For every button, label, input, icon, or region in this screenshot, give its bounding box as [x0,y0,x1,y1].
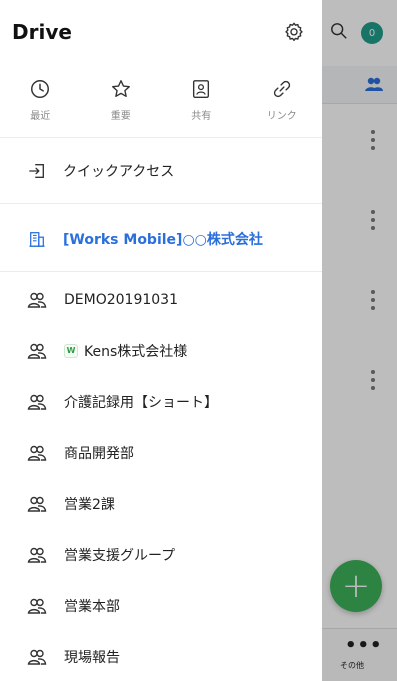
star-icon [111,80,130,98]
group-label: 商品開発部 [64,445,134,462]
menu-organization[interactable]: [Works Mobile]○○株式会社 [0,206,322,272]
quick-important-label: 重要 [110,111,131,122]
group-icon [27,647,47,667]
drawer-scrim[interactable] [322,0,397,681]
gear-icon[interactable] [283,21,305,43]
group-list: DEMO20191031 W Kens株式会社様 介護記録用【ショート】 商品開… [0,274,322,681]
group-label: 営業2課 [64,496,115,513]
quick-recent-label: 最近 [30,111,51,122]
navigation-drawer: Drive 最近 重要 共有 リンク クイックアクセス [Works Mobil… [0,0,322,681]
app-title: Drive [12,20,72,44]
organization-label: [Works Mobile]○○株式会社 [63,231,263,248]
list-item[interactable]: 介護記録用【ショート】 [0,376,322,427]
group-label: Kens株式会社様 [84,343,188,360]
menu-quick-access[interactable]: クイックアクセス [0,138,322,204]
works-badge-icon: W [64,343,78,358]
group-icon [27,545,47,565]
list-item[interactable]: 商品開発部 [0,427,322,478]
group-icon [27,392,47,412]
quick-recent[interactable]: 最近 [0,66,81,137]
quick-link[interactable]: リンク [242,66,323,137]
clock-icon [31,80,50,98]
quick-shared-label: 共有 [191,111,212,122]
group-icon [27,443,47,463]
quick-filter-bar: 最近 重要 共有 リンク [0,66,322,138]
quick-shared[interactable]: 共有 [161,66,242,137]
list-item[interactable]: 営業2課 [0,478,322,529]
list-item[interactable]: DEMO20191031 [0,274,322,325]
shared-icon [193,80,210,98]
quick-access-label: クイックアクセス [63,163,175,180]
quick-access-icon [27,161,47,181]
list-item[interactable]: 営業支援グループ [0,529,322,580]
group-label: 営業支援グループ [64,547,176,564]
group-icon [27,341,47,361]
list-item[interactable]: 現場報告 [0,631,322,681]
group-icon [27,596,47,616]
group-label: 介護記録用【ショート】 [64,394,218,411]
group-icon [27,494,47,514]
group-label: 営業本部 [64,598,120,615]
quick-important[interactable]: 重要 [81,66,162,137]
group-label: DEMO20191031 [64,291,178,308]
group-label: 現場報告 [64,649,120,666]
building-icon [27,229,47,249]
link-icon [273,80,290,98]
group-icon [27,290,47,310]
quick-link-label: リンク [266,111,297,122]
list-item[interactable]: 営業本部 [0,580,322,631]
drawer-header: Drive [0,0,322,66]
group-label-row: W Kens株式会社様 [64,341,187,361]
list-item[interactable]: W Kens株式会社様 [0,325,322,376]
